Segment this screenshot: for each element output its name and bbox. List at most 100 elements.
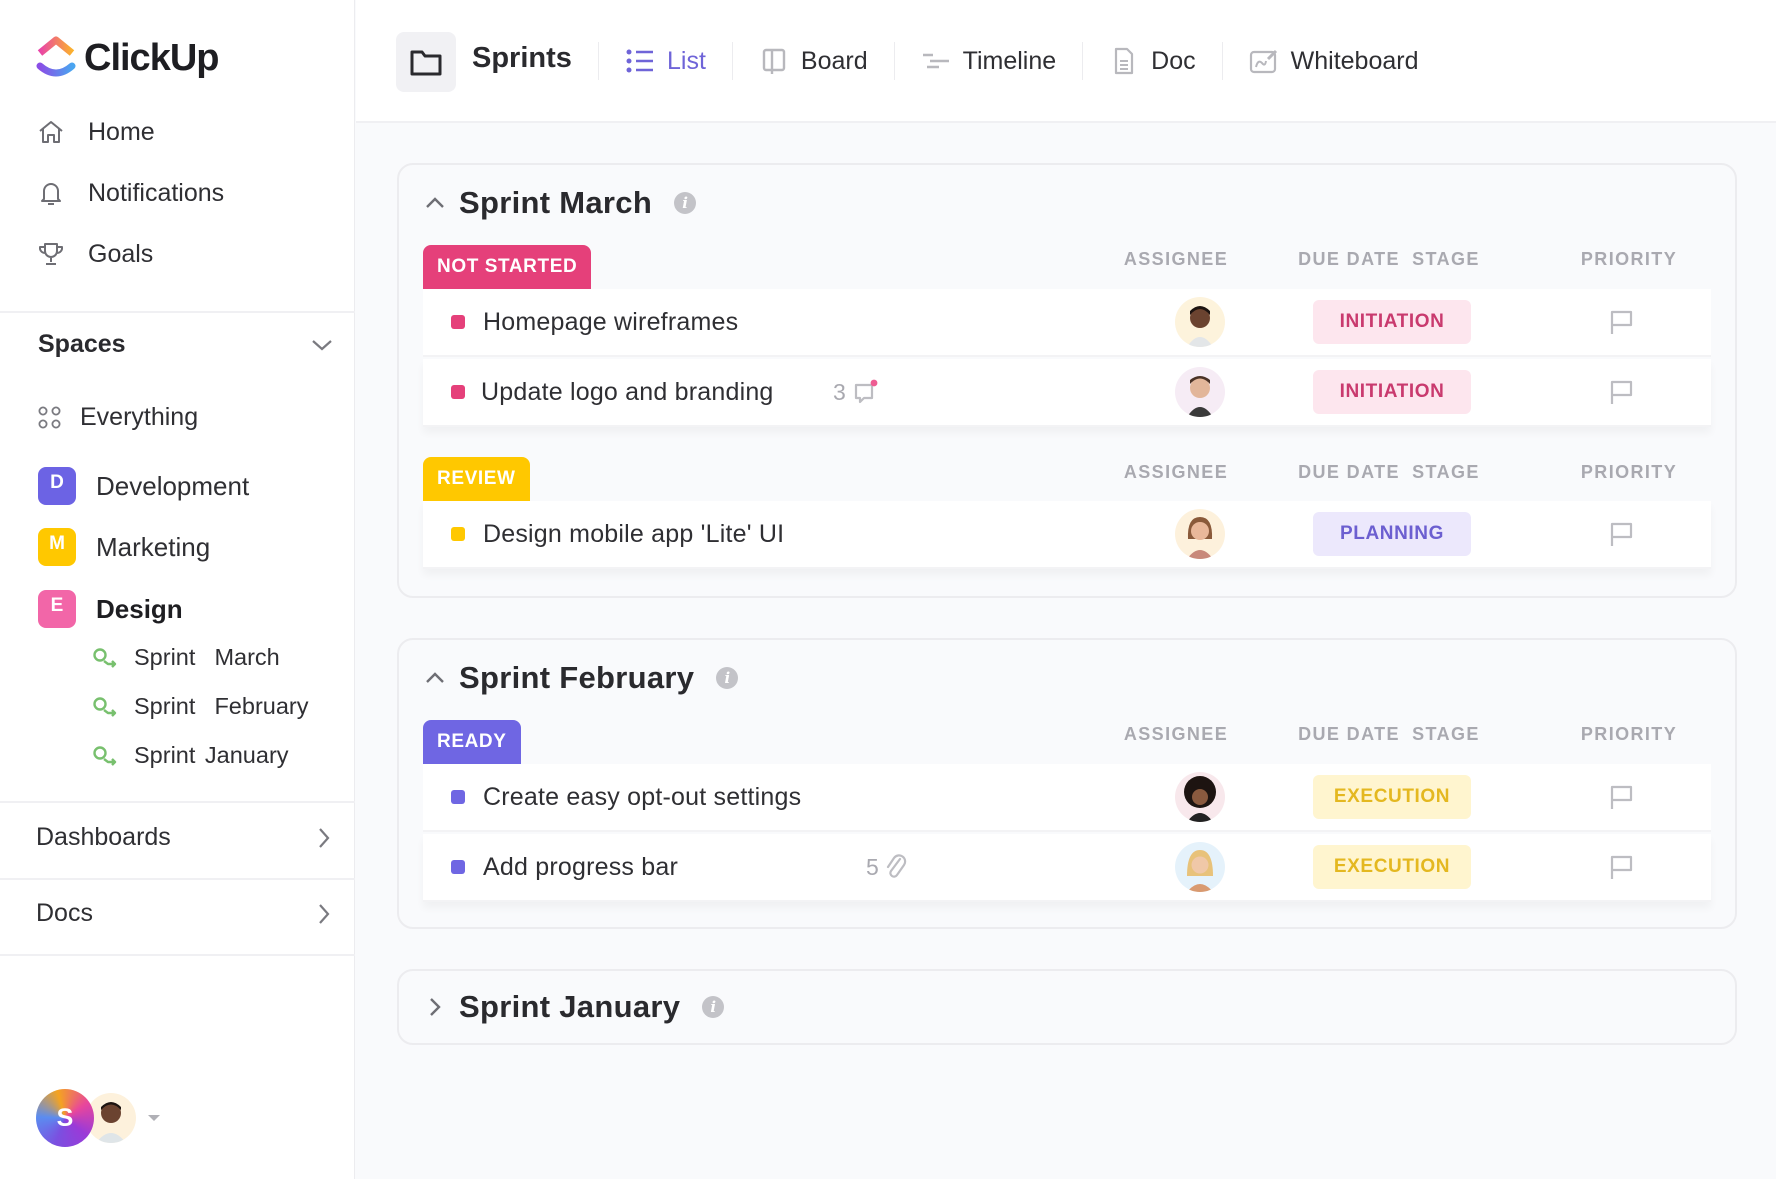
sprint-header[interactable]: Sprint February i [425,660,739,696]
column-priority[interactable]: PRIORITY [1569,724,1689,745]
list-sprint-january-label: Sprint January [134,742,289,768]
task-row[interactable]: Add progress bar 5 EXECUTION [423,834,1711,902]
dashboards-link[interactable]: Dashboards [36,823,331,852]
info-icon[interactable]: i [702,996,725,1018]
stage-badge[interactable]: EXECUTION [1313,775,1471,819]
list-sprint-february[interactable]: Sprint February [92,693,308,720]
assignee-avatar[interactable] [1175,842,1225,892]
column-priority[interactable]: PRIORITY [1569,249,1689,270]
chevron-down-icon [312,339,332,350]
nav-goals[interactable]: Goals [36,239,153,269]
stage-badge[interactable]: EXECUTION [1313,845,1471,889]
clickup-logo[interactable]: ClickUp [36,36,219,80]
task-row[interactable]: Homepage wireframes INITIATION [423,289,1711,357]
tab-list-label: List [667,46,706,75]
task-status-dot [451,527,465,541]
assignee-avatar[interactable] [1175,772,1225,822]
list-sprint-january[interactable]: Sprint January [92,742,289,769]
board-icon [762,48,786,74]
sprint-header[interactable]: Sprint January i [425,989,725,1025]
docs-link[interactable]: Docs [36,899,331,928]
task-status-dot [451,860,465,874]
tab-list[interactable]: List [599,32,732,90]
folder-icon-button[interactable] [396,32,456,92]
assignee-avatar[interactable] [1175,509,1225,559]
user-menu[interactable]: S [36,1089,160,1147]
list-sprint-february-label: Sprint February [134,693,309,719]
comment-icon [854,379,878,404]
space-badge-design: E [38,590,76,628]
tab-timeline[interactable]: Timeline [895,32,1083,90]
bell-icon [41,183,61,205]
space-development[interactable]: D Development [38,467,249,505]
chevron-right-icon [319,903,330,924]
chevron-right-icon [319,827,330,848]
space-design[interactable]: E Design [38,590,183,628]
column-assignee[interactable]: ASSIGNEE [1111,249,1241,270]
space-marketing[interactable]: M Marketing [38,528,210,566]
sprint-card-january: Sprint January i [397,969,1737,1045]
spaces-label: Spaces [38,330,126,358]
column-assignee[interactable]: ASSIGNEE [1111,724,1241,745]
doc-icon [1115,47,1134,75]
flag-icon[interactable] [1607,308,1635,336]
nav-home[interactable]: Home [36,117,155,147]
attachment-count-value: 5 [866,853,879,880]
column-priority[interactable]: PRIORITY [1569,462,1689,483]
sidebar-divider [0,311,355,313]
task-name: Homepage wireframes [483,307,739,336]
stage-badge[interactable]: INITIATION [1313,370,1471,414]
nav-notifications[interactable]: Notifications [36,178,224,208]
task-name: Create easy opt-out settings [483,782,802,811]
tab-board[interactable]: Board [733,32,894,90]
nav-goals-label: Goals [88,239,154,268]
caret-down-icon [148,1115,160,1121]
docs-label: Docs [36,899,93,927]
list-sprint-march[interactable]: Sprint March [92,644,280,671]
column-stage[interactable]: STAGE [1367,249,1525,270]
tab-doc[interactable]: Doc [1083,32,1221,90]
task-row[interactable]: Update logo and branding 3 INITIATION [423,359,1711,427]
tab-doc-label: Doc [1151,46,1196,75]
sprint-icon [93,696,117,717]
status-group-ready: READY [423,720,521,764]
sprint-header[interactable]: Sprint March i [425,185,697,221]
info-icon[interactable]: i [674,192,697,214]
task-name: Update logo and branding [481,377,774,406]
column-stage[interactable]: STAGE [1367,462,1525,483]
info-icon[interactable]: i [716,667,739,689]
assignee-avatar[interactable] [1175,367,1225,417]
task-row[interactable]: Create easy opt-out settings EXECUTION [423,764,1711,832]
stage-badge[interactable]: INITIATION [1313,300,1471,344]
list-sprint-march-label: Sprint March [134,644,280,670]
task-status-dot [451,315,465,329]
flag-icon[interactable] [1607,783,1635,811]
tab-whiteboard[interactable]: Whiteboard [1223,32,1445,90]
clickup-logo-icon [36,36,76,77]
task-row[interactable]: Design mobile app 'Lite' UI PLANNING [423,501,1711,569]
flag-icon[interactable] [1607,520,1635,548]
space-label-design: Design [96,593,183,624]
assignee-avatar[interactable] [1175,297,1225,347]
column-stage[interactable]: STAGE [1367,724,1525,745]
flag-icon[interactable] [1607,853,1635,881]
folder-icon [410,50,442,76]
trophy-icon [39,243,63,265]
task-name: Add progress bar [483,852,678,881]
task-status-dot [451,385,465,399]
home-icon [39,121,63,143]
workspace-avatar: S [36,1089,94,1147]
paperclip-icon [886,854,906,878]
stage-badge[interactable]: PLANNING [1313,512,1471,556]
space-label-development: Development [96,470,250,501]
sprint-card-february: Sprint February i READY ASSIGNEE DUE DAT… [397,638,1737,929]
comment-count[interactable]: 3 [833,378,880,406]
space-label-marketing: Marketing [96,531,211,562]
page-title: Sprints [472,42,572,74]
flag-icon[interactable] [1607,378,1635,406]
spaces-header[interactable]: Spaces [38,330,333,359]
space-everything[interactable]: Everything [38,403,198,432]
sprint-title: Sprint January [459,989,681,1024]
attachment-count[interactable]: 5 [866,853,907,881]
column-assignee[interactable]: ASSIGNEE [1111,462,1241,483]
